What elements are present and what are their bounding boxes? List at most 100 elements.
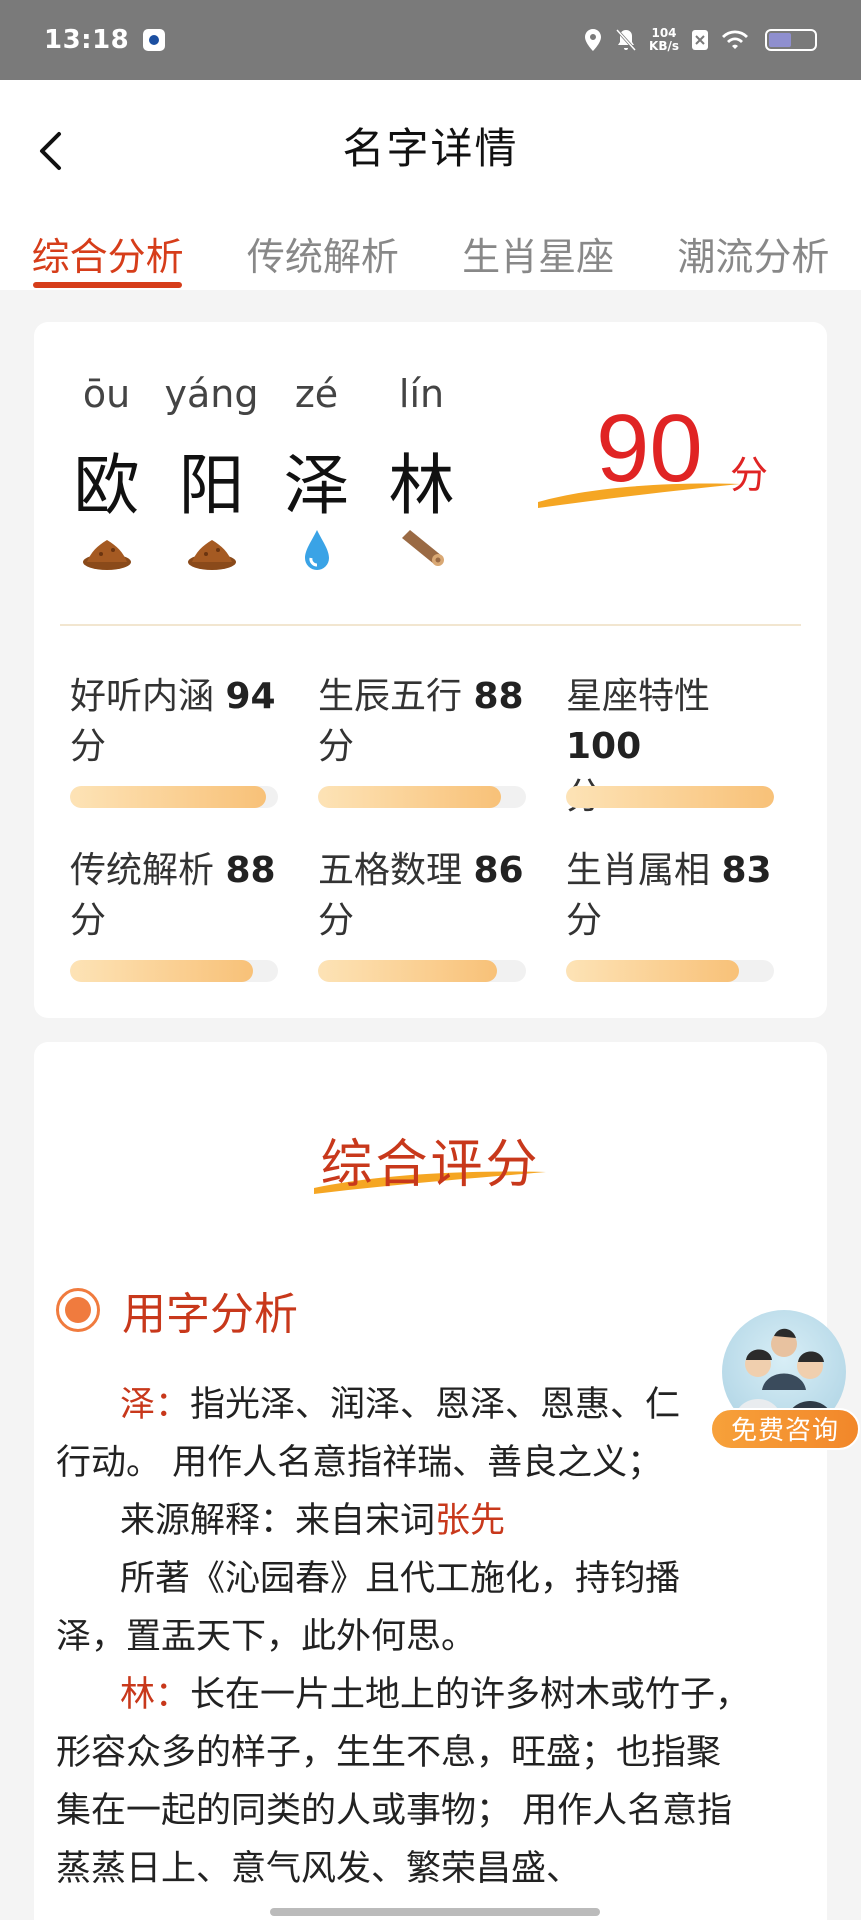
metric-unit: 分 (70, 900, 107, 941)
paragraph: 泽，置盂天下，此外何思。 (56, 1617, 477, 1657)
metric-label: 传统解析 (70, 850, 215, 891)
paragraph: 林：长在一片土地上的许多树木或竹子， (56, 1666, 816, 1724)
net-speed-unit: KB/s (649, 39, 679, 53)
tab-zodiac[interactable]: 生肖星座 (431, 220, 646, 290)
metric-label: 好听内涵 (70, 676, 215, 717)
status-icons: 104 KB/s (583, 27, 817, 53)
hanzi: 欧 (73, 447, 140, 524)
metric-value: 88 (473, 676, 524, 717)
status-bar: 13:18 104 KB/s (0, 0, 861, 80)
metric-unit: 分 (318, 900, 355, 941)
text: 指光泽、润泽、恩泽、恩惠、仁 (190, 1385, 681, 1425)
char-label: 林： (120, 1675, 191, 1715)
paragraph: 来源解释：来自宋词张先 (56, 1492, 816, 1550)
metric-grid: 好听内涵 94分 生辰五行 88分 星座特性 100分 传统解析 88分 五格数… (70, 672, 810, 982)
earth-icon (82, 540, 131, 570)
metric-progress-fill (70, 960, 254, 982)
score-value: 90 (596, 395, 703, 502)
name-char: yáng 阳 (159, 372, 264, 572)
metric-value: 83 (721, 850, 772, 891)
sub-heading-text: 用字分析 (122, 1289, 298, 1340)
author-link[interactable]: 张先 (435, 1501, 505, 1541)
battery-icon (765, 29, 817, 51)
paragraph: 所著《沁园春》且代工施化，持钧播 (120, 1559, 681, 1599)
name-char: zé 泽 (264, 372, 369, 572)
name-characters: ōu 欧 yáng 阳 zé 泽 lín 林 (54, 372, 474, 572)
score-unit: 分 (730, 453, 769, 497)
metric-label: 五格数理 (318, 850, 463, 891)
metric-progress-bar (318, 960, 526, 982)
char-label: 泽： (120, 1385, 191, 1425)
hanzi: 阳 (178, 447, 245, 524)
paragraph: 行动。 用作人名意指祥瑞、善良之义； (56, 1443, 663, 1483)
metric-value: 88 (225, 850, 276, 891)
tab-traditional[interactable]: 传统解析 (215, 220, 430, 290)
tab-trend[interactable]: 潮流分析 (646, 220, 861, 290)
text: 长在一片土地上的许多树木或竹子， (190, 1675, 751, 1715)
home-indicator[interactable] (270, 1908, 600, 1916)
metric-progress-fill (318, 960, 497, 982)
divider (60, 624, 801, 626)
net-speed: 104 KB/s (649, 27, 679, 53)
free-consult-button[interactable]: 免费咨询 (710, 1310, 860, 1450)
metric-progress-fill (566, 960, 739, 982)
header: 名字详情 综合分析 传统解析 生肖星座 潮流分析 (0, 80, 861, 290)
metric-item: 星座特性 100分 (566, 672, 810, 817)
metric-item: 生辰五行 88 分 (318, 672, 566, 808)
metric-progress-bar (318, 786, 526, 808)
paragraph: 集在一起的同类的人或事物； 用作人名意指 (56, 1791, 733, 1831)
bullet-icon (56, 1288, 100, 1332)
consult-label: 免费咨询 (710, 1408, 860, 1450)
metric-progress-bar (566, 960, 774, 982)
name-score-card: ōu 欧 yáng 阳 zé 泽 lín 林 90 分 好听内涵 94 分 生辰… (34, 322, 827, 1018)
pinyin: lín (398, 372, 445, 416)
pinyin: zé (294, 372, 339, 416)
wifi-icon (722, 30, 748, 49)
earth-icon (187, 540, 236, 570)
metric-progress-bar (566, 786, 774, 808)
section-title: 综合评分 (320, 1135, 541, 1195)
status-time: 13:18 (44, 25, 130, 55)
text: 来源解释：来自宋词 (120, 1501, 436, 1541)
name-char: ōu 欧 (54, 372, 159, 572)
paragraph: 泽：指光泽、润泽、恩泽、恩惠、仁 (56, 1376, 816, 1434)
hanzi: 泽 (283, 447, 350, 524)
sim-off-icon (692, 30, 708, 50)
metric-item: 传统解析 88 分 (70, 846, 318, 982)
paragraph: 形容众多的样子，生生不息，旺盛；也指聚 (56, 1733, 722, 1773)
metric-progress-fill (318, 786, 502, 808)
mute-icon (615, 28, 637, 52)
name-char: lín 林 (369, 372, 474, 572)
wood-log-icon (401, 530, 444, 566)
metric-progress-bar (70, 786, 278, 808)
metric-progress-bar (70, 960, 278, 982)
metric-value: 100 (566, 726, 642, 767)
metric-progress-fill (566, 786, 774, 808)
metric-label: 生肖属相 (566, 850, 711, 891)
paragraph: 蒸蒸日上、意气风发、繁荣昌盛、 (56, 1849, 582, 1889)
metric-progress-fill (70, 786, 266, 808)
total-score: 90 分 (534, 395, 794, 522)
metric-value: 94 (225, 676, 276, 717)
tab-comprehensive[interactable]: 综合分析 (0, 220, 215, 290)
app-notification-icon (143, 29, 166, 51)
page-title: 名字详情 (342, 124, 519, 173)
sub-heading: 用字分析 (56, 1278, 298, 1342)
metric-label: 星座特性 (566, 676, 711, 717)
tab-bar: 综合分析 传统解析 生肖星座 潮流分析 (0, 220, 861, 290)
metric-item: 生肖属相 83 分 (566, 846, 810, 982)
pinyin: ōu (82, 372, 131, 416)
metric-unit: 分 (70, 726, 107, 767)
hanzi: 林 (388, 447, 455, 524)
analysis-text: 泽：指光泽、润泽、恩泽、恩惠、仁 行动。 用作人名意指祥瑞、善良之义； 来源解释… (56, 1376, 816, 1898)
metric-unit: 分 (318, 726, 355, 767)
metric-item: 五格数理 86 分 (318, 846, 566, 982)
metric-item: 好听内涵 94 分 (70, 672, 318, 808)
water-drop-icon (304, 530, 329, 570)
analysis-card: 综合评分 用字分析 泽：指光泽、润泽、恩泽、恩惠、仁 行动。 用作人名意指祥瑞、… (34, 1042, 827, 1920)
location-icon (585, 29, 602, 51)
metric-value: 86 (473, 850, 524, 891)
metric-unit: 分 (566, 900, 603, 941)
pinyin: yáng (164, 372, 259, 416)
metric-label: 生辰五行 (318, 676, 463, 717)
